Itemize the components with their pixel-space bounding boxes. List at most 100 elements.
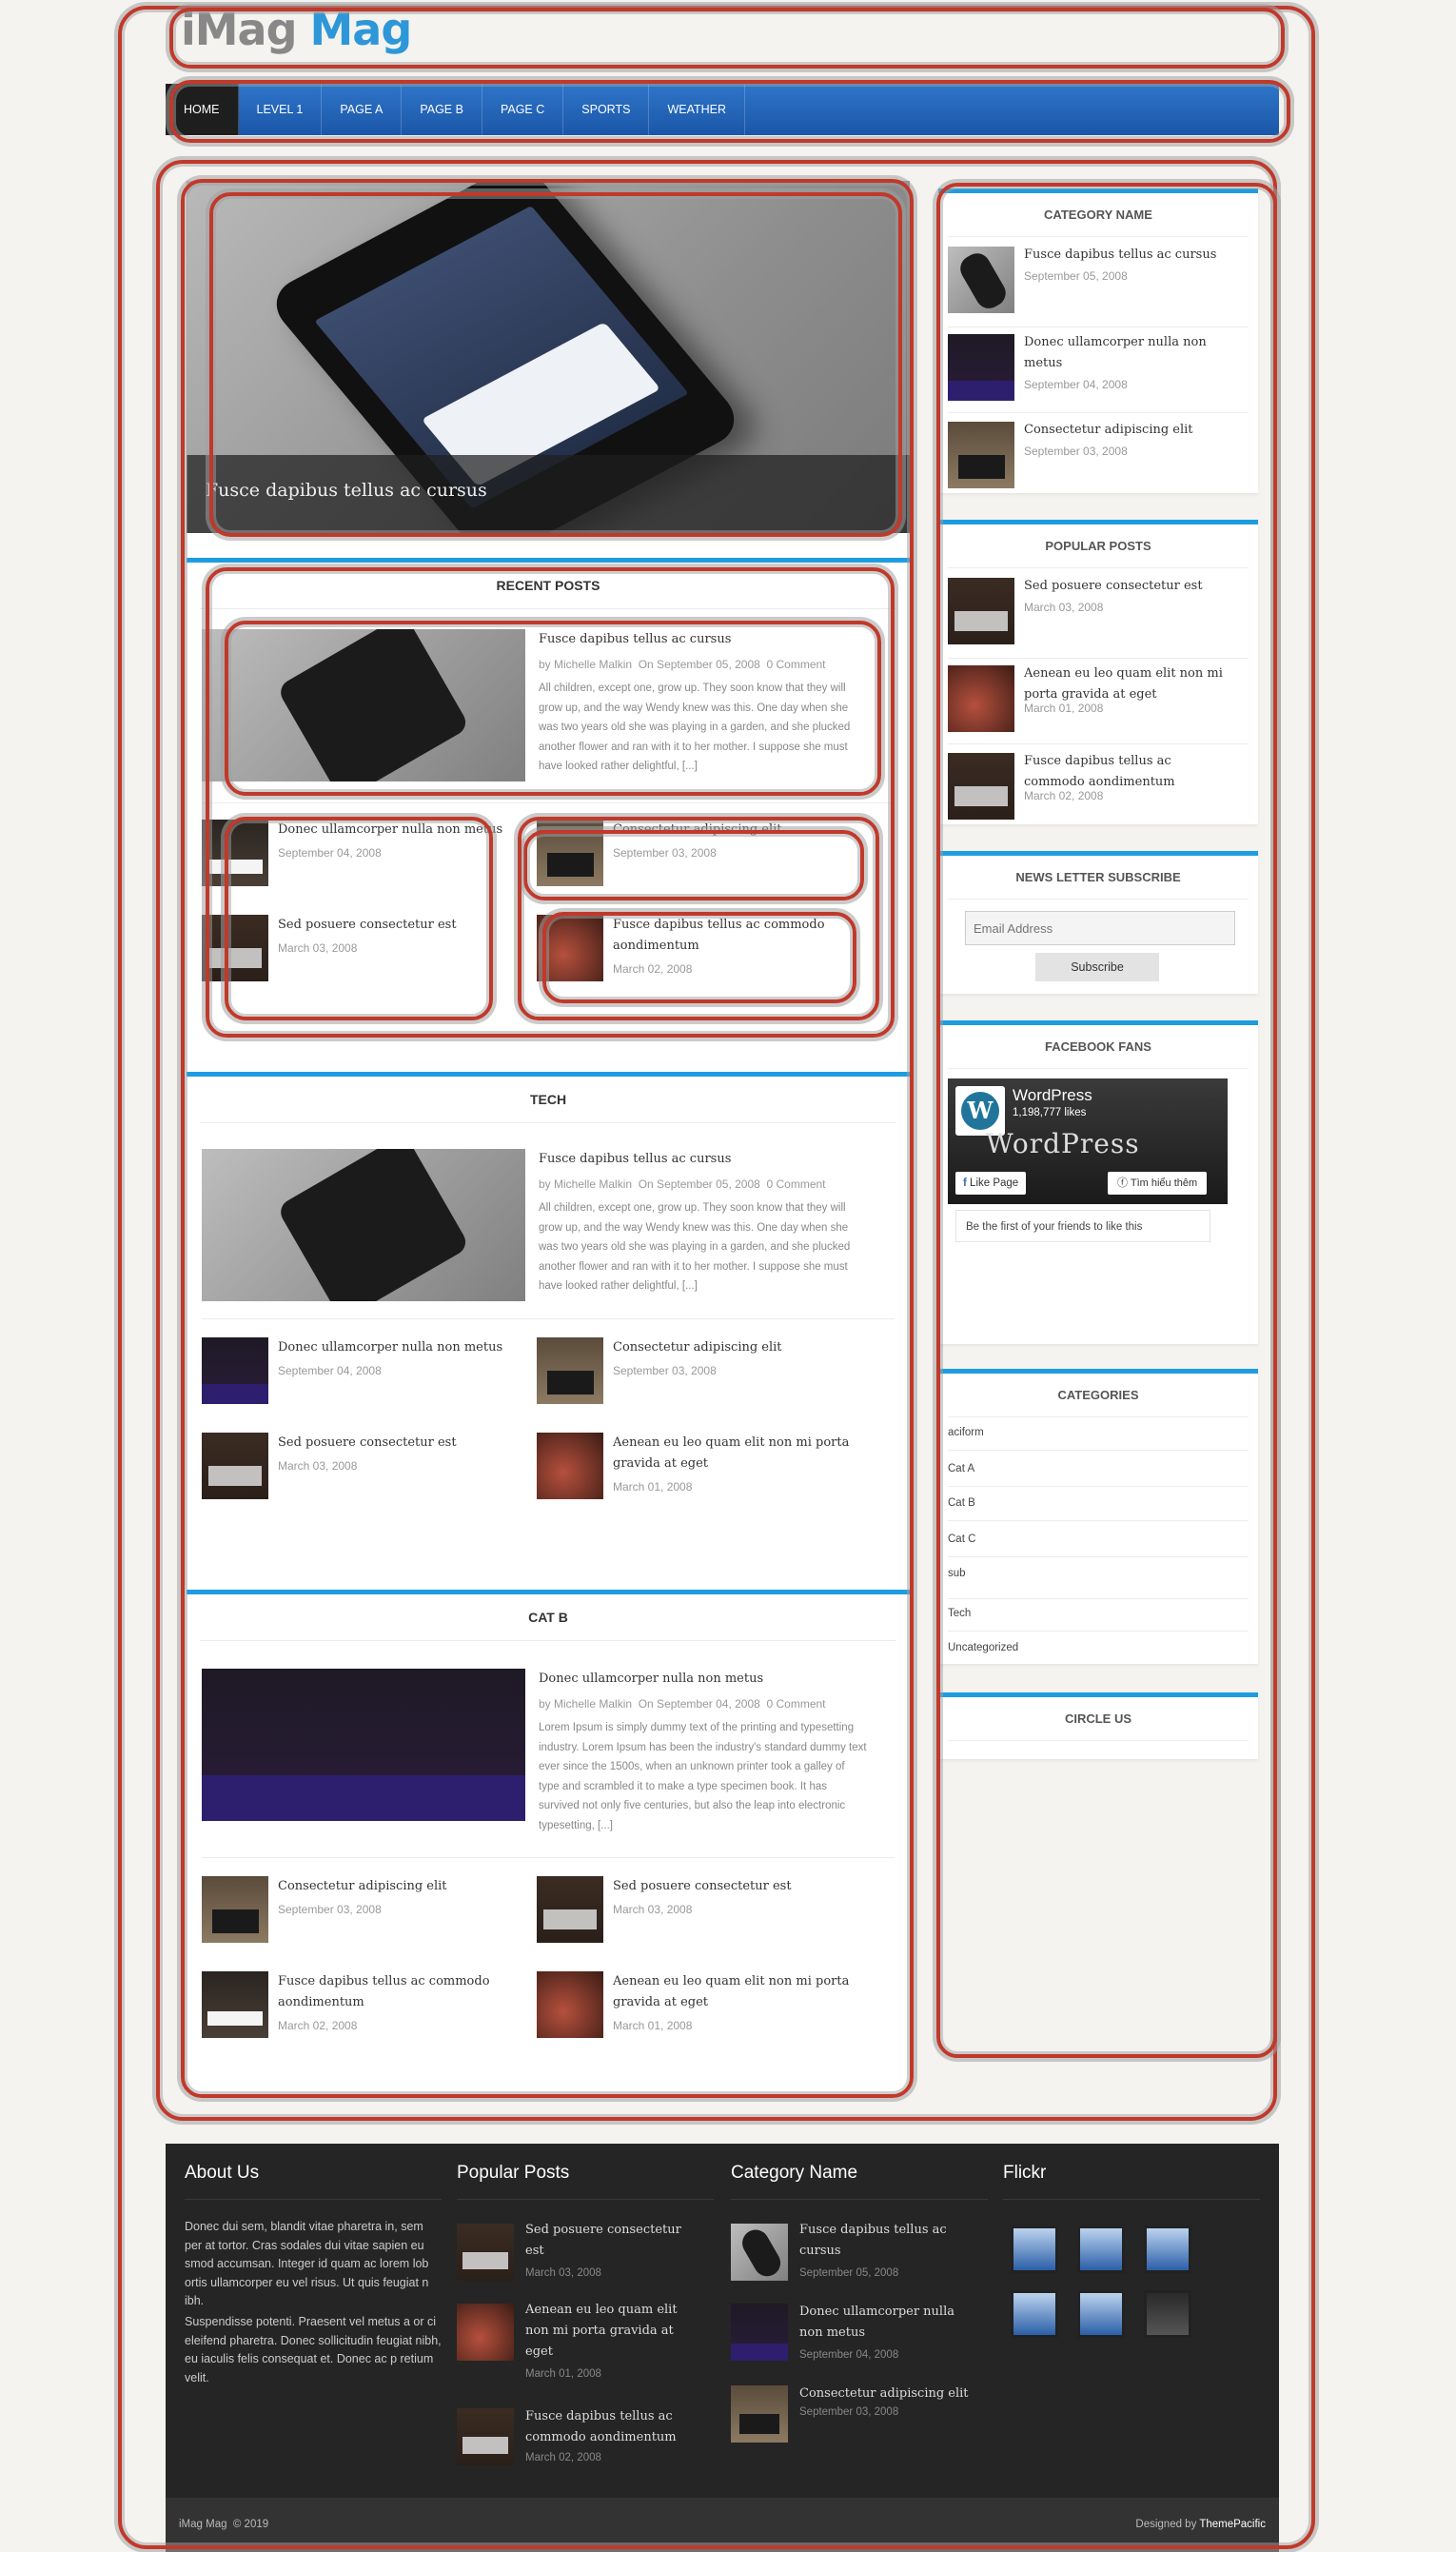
post-title[interactable]: Donec ullamcorper nulla non metus [278,820,506,841]
category-link[interactable]: Cat A [948,1463,974,1474]
category-link[interactable]: Tech [948,1608,971,1619]
post-title[interactable]: Donec ullamcorper nulla non metus [799,2302,961,2344]
widget-categories: CATEGORIES aciform Cat A Cat B Cat C sub… [938,1369,1258,1664]
widget-heading: CATEGORIES [948,1374,1249,1417]
post-title[interactable]: Sed posuere consectetur est [525,2220,697,2262]
post-title[interactable]: Aenean eu leo quam elit non mi porta gra… [613,1433,879,1474]
post-title[interactable]: Consectetur adipiscing elit [613,820,889,841]
post-thumbnail[interactable] [731,2385,788,2443]
post-thumbnail[interactable] [537,1337,603,1404]
post-title[interactable]: Consectetur adipiscing elit [1024,420,1233,441]
featured-slider[interactable]: Fusce dapibus tellus ac cursus [187,181,910,533]
post-title[interactable]: Sed posuere consectetur est [1024,576,1233,597]
post-comments[interactable]: 0 Comment [766,658,825,671]
post-title[interactable]: Fusce dapibus tellus ac commodo aondimen… [613,915,870,957]
fb-like-button[interactable]: f Like Page [955,1172,1027,1195]
post-thumbnail[interactable] [948,578,1014,644]
post-title[interactable]: Fusce dapibus tellus ac commodo aondimen… [1024,751,1233,793]
post-title[interactable]: Fusce dapibus tellus ac commodo aondimen… [525,2406,687,2448]
flickr-thumbnail[interactable] [1144,2290,1191,2338]
post-thumbnail[interactable] [457,2304,514,2361]
fb-learn-more-button[interactable]: ⓕ Tìm hiểu thêm [1108,1172,1208,1195]
slide-caption[interactable]: Fusce dapibus tellus ac cursus [206,480,487,501]
email-input[interactable] [965,911,1235,945]
flickr-thumbnail[interactable] [1077,2290,1125,2338]
nav-level-1[interactable]: LEVEL 1 [239,84,323,135]
post-thumbnail[interactable] [202,1433,268,1499]
widget-heading: POPULAR POSTS [948,524,1249,568]
nav-page-b[interactable]: PAGE B [402,84,482,135]
flickr-thumbnail[interactable] [1077,2226,1125,2273]
post-title[interactable]: Fusce dapibus tellus ac commodo aondimen… [278,1971,516,2013]
post-title[interactable]: Consectetur adipiscing elit [613,1337,889,1358]
post-thumbnail[interactable] [948,247,1014,313]
post-title[interactable]: Aenean eu leo quam elit non mi porta gra… [525,2300,687,2363]
post-title[interactable]: Donec ullamcorper nulla non metus [539,1669,763,1690]
post-title[interactable]: Fusce dapibus tellus ac cursus [799,2220,971,2262]
post-thumbnail[interactable] [537,1971,603,2038]
post-title[interactable]: Fusce dapibus tellus ac cursus [539,629,731,650]
post-thumbnail[interactable] [202,1876,268,1943]
post-comments[interactable]: 0 Comment [766,1697,825,1711]
post-title[interactable]: Donec ullamcorper nulla non metus [278,1337,516,1358]
post-thumbnail[interactable] [731,2304,788,2361]
post-thumbnail[interactable] [537,915,603,981]
category-link[interactable]: Cat C [948,1533,975,1545]
post-thumbnail[interactable] [948,753,1014,820]
nav-page-c[interactable]: PAGE C [482,84,564,135]
post-thumbnail[interactable] [457,2408,514,2465]
section-heading: CAT B [200,1594,896,1641]
post-thumbnail[interactable] [731,2224,788,2281]
widget-heading: NEWS LETTER SUBSCRIBE [948,856,1249,900]
post-title[interactable]: Consectetur adipiscing elit [278,1876,516,1897]
facebook-page-card[interactable]: W WordPress 1,198,777 likes WordPress f … [948,1078,1228,1204]
post-title[interactable]: Fusce dapibus tellus ac cursus [1024,245,1233,266]
fb-page-name[interactable]: WordPress [1013,1086,1092,1105]
category-link[interactable]: aciform [948,1427,984,1438]
post-title[interactable]: Aenean eu leo quam elit non mi porta gra… [1024,663,1233,705]
post-author[interactable]: by Michelle Malkin [539,1697,632,1711]
post-thumbnail[interactable] [948,665,1014,732]
footer-flickr-heading: Flickr [1003,2163,1047,2183]
post-title[interactable]: Sed posuere consectetur est [278,1433,516,1454]
flickr-thumbnail[interactable] [1011,2226,1058,2273]
nav-sports[interactable]: SPORTS [563,84,650,135]
subscribe-button[interactable]: Subscribe [1035,953,1159,981]
post-thumbnail[interactable] [202,915,268,981]
nav-page-a[interactable]: PAGE A [322,84,403,135]
post-title[interactable]: Sed posuere consectetur est [613,1876,889,1897]
flickr-thumbnail[interactable] [1011,2290,1058,2338]
post-thumbnail[interactable] [202,820,268,886]
post-thumbnail[interactable] [202,1149,525,1301]
post-title[interactable]: Sed posuere consectetur est [278,915,506,936]
footer-category-heading: Category Name [731,2163,858,2183]
post-thumbnail[interactable] [202,1669,525,1821]
post-thumbnail[interactable] [202,1337,268,1404]
category-link[interactable]: Uncategorized [948,1642,1018,1653]
flickr-thumbnail[interactable] [1144,2226,1191,2273]
designer-link[interactable]: ThemePacific [1199,2519,1266,2530]
post-author[interactable]: by Michelle Malkin [539,658,632,671]
post-thumbnail[interactable] [948,334,1014,401]
post-thumbnail[interactable] [202,629,525,781]
nav-weather[interactable]: WEATHER [649,84,746,135]
post-title[interactable]: Aenean eu leo quam elit non mi porta gra… [613,1971,879,2013]
post-title[interactable]: Donec ullamcorper nulla non metus [1024,332,1233,374]
fb-brand: WordPress [986,1128,1140,1159]
post-title[interactable]: Fusce dapibus tellus ac cursus [539,1149,731,1170]
post-date: March 02, 2008 [278,2019,358,2032]
post-thumbnail[interactable] [457,2224,514,2281]
category-link[interactable]: sub [948,1568,966,1579]
category-link[interactable]: Cat B [948,1497,975,1509]
post-thumbnail[interactable] [537,1876,603,1943]
site-logo[interactable]: iMag Mag [181,4,412,55]
nav-home[interactable]: HOME [166,84,239,135]
post-thumbnail[interactable] [202,1971,268,2038]
post-author[interactable]: by Michelle Malkin [539,1177,632,1191]
post-title[interactable]: Consectetur adipiscing elit [799,2384,980,2404]
post-date: March 03, 2008 [278,1459,358,1473]
post-thumbnail[interactable] [948,422,1014,488]
post-thumbnail[interactable] [537,820,603,886]
post-comments[interactable]: 0 Comment [766,1177,825,1191]
post-thumbnail[interactable] [537,1433,603,1499]
